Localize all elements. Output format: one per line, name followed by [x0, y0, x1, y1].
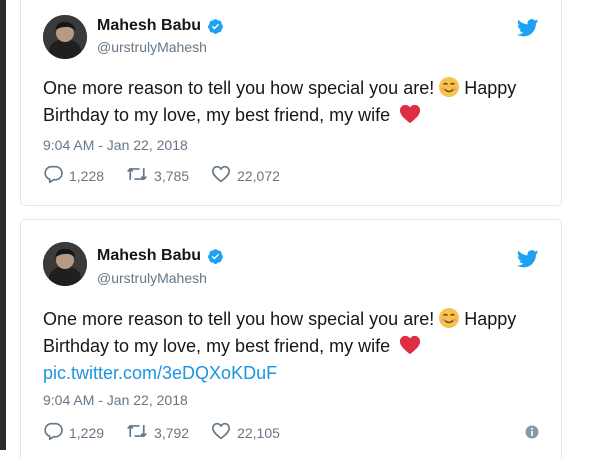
author-name[interactable]: Mahesh Babu: [97, 247, 224, 265]
like-button[interactable]: 22,105: [211, 422, 280, 443]
reply-icon: [43, 422, 69, 443]
like-icon: [211, 165, 237, 186]
like-count: 22,072: [237, 167, 280, 184]
avatar[interactable]: [43, 15, 87, 59]
tweet-timestamp[interactable]: 9:04 AM - Jan 22, 2018: [43, 137, 188, 153]
tweet-card[interactable]: Mahesh Babu @urstrulyMahesh One more rea…: [20, 219, 562, 459]
tweet-text: One more reason to tell you how special …: [43, 75, 548, 129]
tweet-actions: 1,228 3,785 22,072: [43, 165, 302, 186]
twitter-bird-icon[interactable]: [516, 250, 539, 268]
reply-icon: [43, 165, 69, 186]
author-handle[interactable]: @urstrulyMahesh: [97, 39, 207, 55]
author-name-text[interactable]: Mahesh Babu: [97, 17, 201, 35]
tweet-actions: 1,229 3,792 22,105: [43, 422, 302, 443]
smiling-emoji-icon: [438, 307, 460, 329]
retweet-icon: [126, 165, 154, 186]
tweet-text: One more reason to tell you how special …: [43, 306, 548, 387]
heart-emoji-icon: [399, 334, 421, 356]
tweet-timestamp[interactable]: 9:04 AM - Jan 22, 2018: [43, 392, 188, 408]
reply-button[interactable]: 1,228: [43, 165, 104, 186]
like-count: 22,105: [237, 424, 280, 441]
tweet-pic-link[interactable]: pic.twitter.com/3eDQXoKDuF: [43, 360, 548, 387]
info-icon[interactable]: [525, 425, 539, 439]
tweet-text-line1: One more reason to tell you how special …: [43, 309, 435, 329]
retweet-button[interactable]: 3,792: [126, 422, 189, 443]
reply-count: 1,229: [69, 424, 105, 441]
twitter-bird-icon[interactable]: [516, 19, 539, 37]
retweet-count: 3,785: [154, 167, 190, 184]
reply-button[interactable]: 1,229: [43, 422, 104, 443]
tweet-card[interactable]: Mahesh Babu @urstrulyMahesh One more rea…: [20, 0, 562, 206]
retweet-count: 3,792: [154, 424, 190, 441]
tweet-text-happy: Happy: [464, 78, 517, 98]
tweet-text-happy: Happy: [464, 309, 517, 329]
author-name[interactable]: Mahesh Babu: [97, 17, 224, 35]
reply-count: 1,228: [69, 167, 105, 184]
smiling-emoji-icon: [438, 76, 460, 98]
retweet-button[interactable]: 3,785: [126, 165, 189, 186]
avatar[interactable]: [43, 242, 87, 286]
tweet-text-line1: One more reason to tell you how special …: [43, 78, 435, 98]
verified-icon: [207, 248, 224, 265]
background-strip: [0, 0, 6, 450]
tweet-text-line2: Birthday to my love, my best friend, my …: [43, 336, 391, 356]
like-icon: [211, 422, 237, 443]
author-name-text[interactable]: Mahesh Babu: [97, 247, 201, 265]
like-button[interactable]: 22,072: [211, 165, 280, 186]
author-handle[interactable]: @urstrulyMahesh: [97, 270, 207, 286]
verified-icon: [207, 18, 224, 35]
heart-emoji-icon: [399, 103, 421, 125]
tweet-text-line2: Birthday to my love, my best friend, my …: [43, 105, 391, 125]
retweet-icon: [126, 422, 154, 443]
